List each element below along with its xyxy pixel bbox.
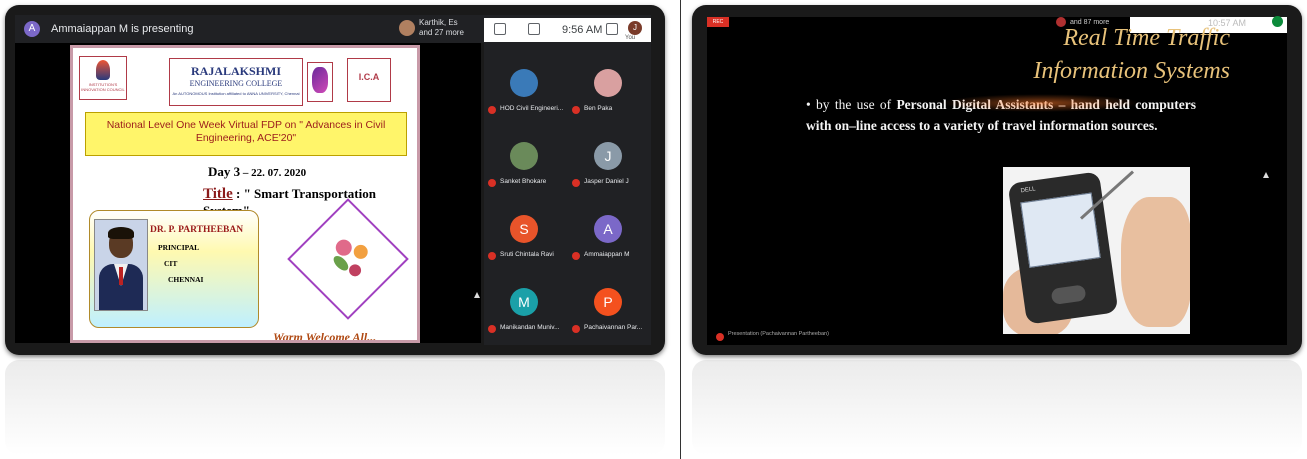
slide-title-line-1: Real Time Traffic [1063,25,1230,51]
participants-line-2: and 27 more [419,28,464,37]
participant-tile[interactable]: S Sruti Chintala Ravi [484,204,564,272]
pda-photo: DELL [1003,167,1190,334]
self-label: You [625,35,636,41]
college-name-line-1: RAJALAKSHMI [190,64,281,78]
mic-muted-icon [572,106,580,114]
emblem-icon [312,67,328,93]
participant-avatar: S [510,215,538,243]
mic-muted-icon [572,252,580,260]
activities-icon[interactable] [606,23,618,35]
fdp-banner: National Level One Week Virtual FDP on "… [85,112,407,156]
chat-icon[interactable] [528,23,540,35]
speaker-org: CIT [164,259,178,268]
participants-summary[interactable]: Karthik, Es and 27 more [419,18,464,38]
device-brand: DELL [1020,186,1036,195]
slide-title-line-2: Information Systems [1033,58,1230,84]
participant-tile[interactable]: Ben Paka [568,58,648,126]
call-controls-bar: 9:56 AM J You [484,18,651,42]
ica-logo: I.C.A [347,58,391,102]
participant-name: HOD Civil Engineeri... [500,105,564,112]
participant-name: Ammaiappan M [584,251,630,258]
image-divider [680,0,681,459]
people-icon[interactable] [494,23,506,35]
mic-muted-icon [572,325,580,333]
mic-muted-icon [572,179,580,187]
participant-avatar [594,69,622,97]
presentation-owner-label: Presentation (Pachaivannan Partheeban) [728,331,829,337]
slide-bullet: • by the use of Personal Digital Assista… [806,94,1196,136]
self-avatar[interactable]: J [628,21,642,35]
speaker-card: DR. P. PARTHEEBAN PRINCIPAL CIT CHENNAI [89,210,259,328]
recording-badge: REC [707,17,729,27]
speaker-name: DR. P. PARTHEEBAN [150,225,244,235]
speaker-role: PRINCIPAL [158,243,200,252]
participant-thumbnail-icon[interactable] [399,20,415,36]
welcome-text: Warm Welcome All... [273,330,377,343]
participant-avatar: M [510,288,538,316]
participant-avatar [510,142,538,170]
mouse-cursor-icon [1263,172,1269,178]
purple-emblem-logo [307,62,333,102]
iic-logo-text: INSTITUTION'S INNOVATION COUNCIL [81,82,125,92]
pda-device-image: DELL [1007,171,1119,325]
slide-title: Real Time Traffic Information Systems [960,22,1230,88]
title-word: Title [203,186,233,202]
presenter-banner: Ammaiappan M is presenting [51,23,194,35]
participant-avatar: A [594,215,622,243]
fdp-slide: INSTITUTION'S INNOVATION COUNCIL RAJALAK… [70,45,420,343]
participant-tile[interactable]: A Ammaiappan M [568,204,648,272]
bullet-prefix: • by the use of [806,97,897,112]
participant-tile[interactable]: P Pachaivannan Par... [568,277,648,345]
participant-name: Manikandan Muniv... [500,324,560,331]
participant-name: Ben Paka [584,105,613,112]
participant-tile[interactable]: M Manikandan Muniv... [484,277,564,345]
participant-avatar: P [594,288,622,316]
presenter-avatar: A [24,21,40,37]
participant-avatar: J [594,142,622,170]
college-affiliation: An AUTONOMOUS Institution affiliated to … [172,91,300,96]
mic-muted-icon [488,106,496,114]
day-date: – 22. 07. 2020 [240,167,307,179]
participant-tile[interactable]: J Jasper Daniel J [568,131,648,199]
presenting-indicator-icon [716,333,724,341]
meeting-clock: 9:56 AM [562,24,603,36]
mic-muted-icon [488,325,496,333]
speaker-photo [94,219,148,311]
participant-name: Sruti Chintala Ravi [500,251,554,258]
day-label: Day 3 [208,164,241,179]
mic-muted-icon [488,179,496,187]
day-line: Day 3 – 22. 07. 2020 [208,164,306,180]
participant-name: Sanket Bhokare [500,178,547,185]
iic-logo: INSTITUTION'S INNOVATION COUNCIL [79,56,127,100]
mic-muted-icon [488,252,496,260]
self-avatar[interactable] [1272,16,1283,27]
bulb-icon [96,60,110,80]
college-name-line-2: ENGINEERING COLLEGE [189,79,283,88]
college-logo-block: RAJALAKSHMI ENGINEERING COLLEGE An AUTON… [169,58,303,106]
participant-avatar [510,69,538,97]
ica-logo-text: I.C.A [358,72,380,82]
participant-tile[interactable]: HOD Civil Engineeri... [484,58,564,126]
participant-tile[interactable]: Sanket Bhokare [484,131,564,199]
left-screenshot-reflection [5,360,665,455]
right-screenshot-reflection [692,360,1302,455]
participant-name: Jasper Daniel J [584,178,629,185]
participant-name: Pachaivannan Par... [584,324,643,331]
mouse-cursor-icon [474,292,480,298]
participants-line-1: Karthik, Es [419,18,458,27]
speaker-city: CHENNAI [168,275,204,284]
